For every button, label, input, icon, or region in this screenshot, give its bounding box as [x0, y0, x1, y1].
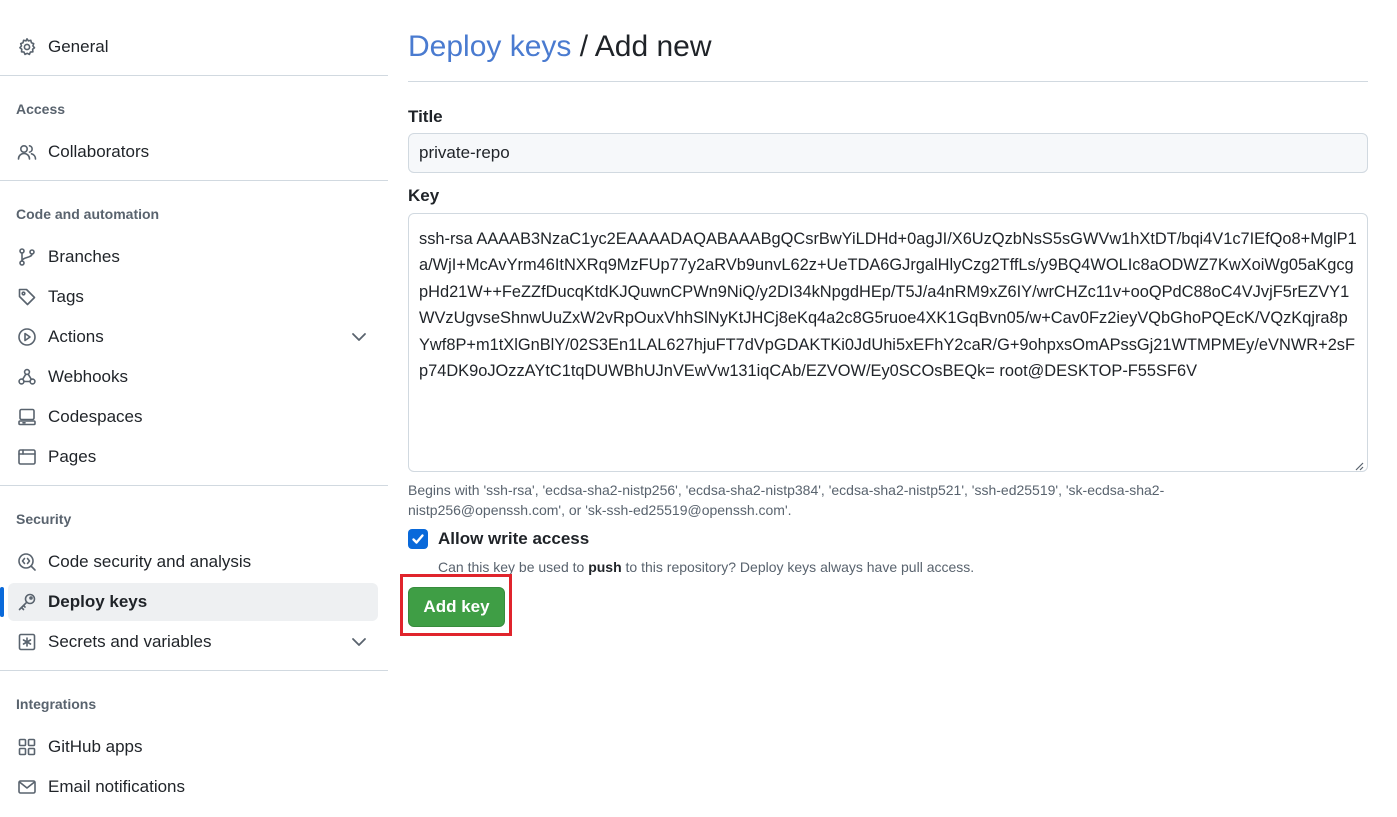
sidebar-divider [0, 180, 388, 181]
asterisk-box-icon [16, 631, 38, 653]
add-key-button[interactable]: Add key [408, 587, 505, 627]
section-heading-integrations: Integrations [16, 696, 97, 712]
allow-write-label[interactable]: Allow write access [438, 529, 589, 549]
sidebar-item-label: Tags [48, 287, 84, 306]
desc-bold-push: push [588, 559, 622, 575]
sidebar-divider [0, 670, 388, 671]
allow-write-checkbox[interactable] [408, 529, 428, 549]
desc-text: to this repository? Deploy keys always h… [621, 559, 975, 575]
sidebar-divider [0, 75, 388, 76]
sidebar-item-github-apps[interactable]: GitHub apps [8, 728, 378, 766]
sidebar-item-label: Deploy keys [48, 592, 148, 611]
sidebar-item-webhooks[interactable]: Webhooks [8, 358, 378, 396]
sidebar-item-label: Branches [48, 247, 120, 266]
sidebar-item-general[interactable]: General [8, 28, 378, 66]
sidebar-item-code-security[interactable]: Code security and analysis [8, 543, 378, 581]
settings-sidebar: General Access Collaborators Code and au… [0, 0, 388, 817]
codescan-icon [16, 551, 38, 573]
desc-text: Can this key be used to [438, 559, 589, 575]
sidebar-item-codespaces[interactable]: Codespaces [8, 398, 378, 436]
play-circle-icon [16, 326, 38, 348]
sidebar-item-secrets[interactable]: Secrets and variables [8, 623, 378, 661]
tag-icon [16, 286, 38, 308]
sidebar-item-email-notifications[interactable]: Email notifications [8, 768, 378, 806]
page-title: Deploy keys / Add new [408, 30, 712, 64]
webhook-icon [16, 366, 38, 388]
sidebar-item-label: Pages [48, 447, 97, 466]
sidebar-divider [0, 485, 388, 486]
chevron-down-icon[interactable] [350, 328, 368, 346]
sidebar-item-collaborators[interactable]: Collaborators [8, 133, 378, 171]
title-divider [408, 81, 1368, 82]
section-heading-access: Access [16, 101, 66, 117]
sidebar-item-label: GitHub apps [48, 737, 143, 756]
title-field-label: Title [408, 107, 443, 126]
chevron-down-icon[interactable] [350, 633, 368, 651]
sidebar-item-label: Secrets and variables [48, 632, 212, 651]
gear-icon [16, 36, 38, 58]
breadcrumb-separator: / [571, 30, 595, 63]
sidebar-item-branches[interactable]: Branches [8, 238, 378, 276]
sidebar-item-label: Webhooks [48, 367, 129, 386]
browser-icon [16, 446, 38, 468]
sidebar-item-tags[interactable]: Tags [8, 278, 378, 316]
sidebar-item-label: Actions [48, 327, 104, 346]
git-branch-icon [16, 246, 38, 268]
key-format-hint: Begins with 'ssh-rsa', 'ecdsa-sha2-nistp… [408, 482, 1165, 518]
resize-handle-icon[interactable] [1354, 458, 1364, 471]
key-icon [16, 591, 38, 613]
section-heading-code-automation: Code and automation [16, 206, 160, 222]
breadcrumb-current: Add new [594, 30, 712, 63]
codespaces-icon [16, 406, 38, 428]
mail-icon [16, 776, 38, 798]
key-field-label: Key [408, 186, 440, 205]
title-input[interactable] [408, 133, 1368, 173]
sidebar-item-label: Collaborators [48, 142, 150, 161]
sidebar-item-label: Code security and analysis [48, 552, 252, 571]
apps-grid-icon [16, 736, 38, 758]
sidebar-item-label: Codespaces [48, 407, 143, 426]
key-textarea[interactable]: ssh-rsa AAAAB3NzaC1yc2EAAAADAQABAAABgQCs… [408, 213, 1368, 472]
allow-write-description: Can this key be used to push to this rep… [438, 559, 974, 575]
sidebar-item-pages[interactable]: Pages [8, 438, 378, 476]
people-icon [16, 141, 38, 163]
section-heading-security: Security [16, 511, 72, 527]
sidebar-item-label: Email notifications [48, 777, 186, 796]
breadcrumb-deploy-keys-link[interactable]: Deploy keys [408, 30, 571, 63]
sidebar-item-actions[interactable]: Actions [8, 318, 378, 356]
checkmark-icon [412, 534, 424, 544]
sidebar-item-label: General [48, 37, 109, 56]
sidebar-item-deploy-keys[interactable]: Deploy keys [0, 583, 378, 621]
